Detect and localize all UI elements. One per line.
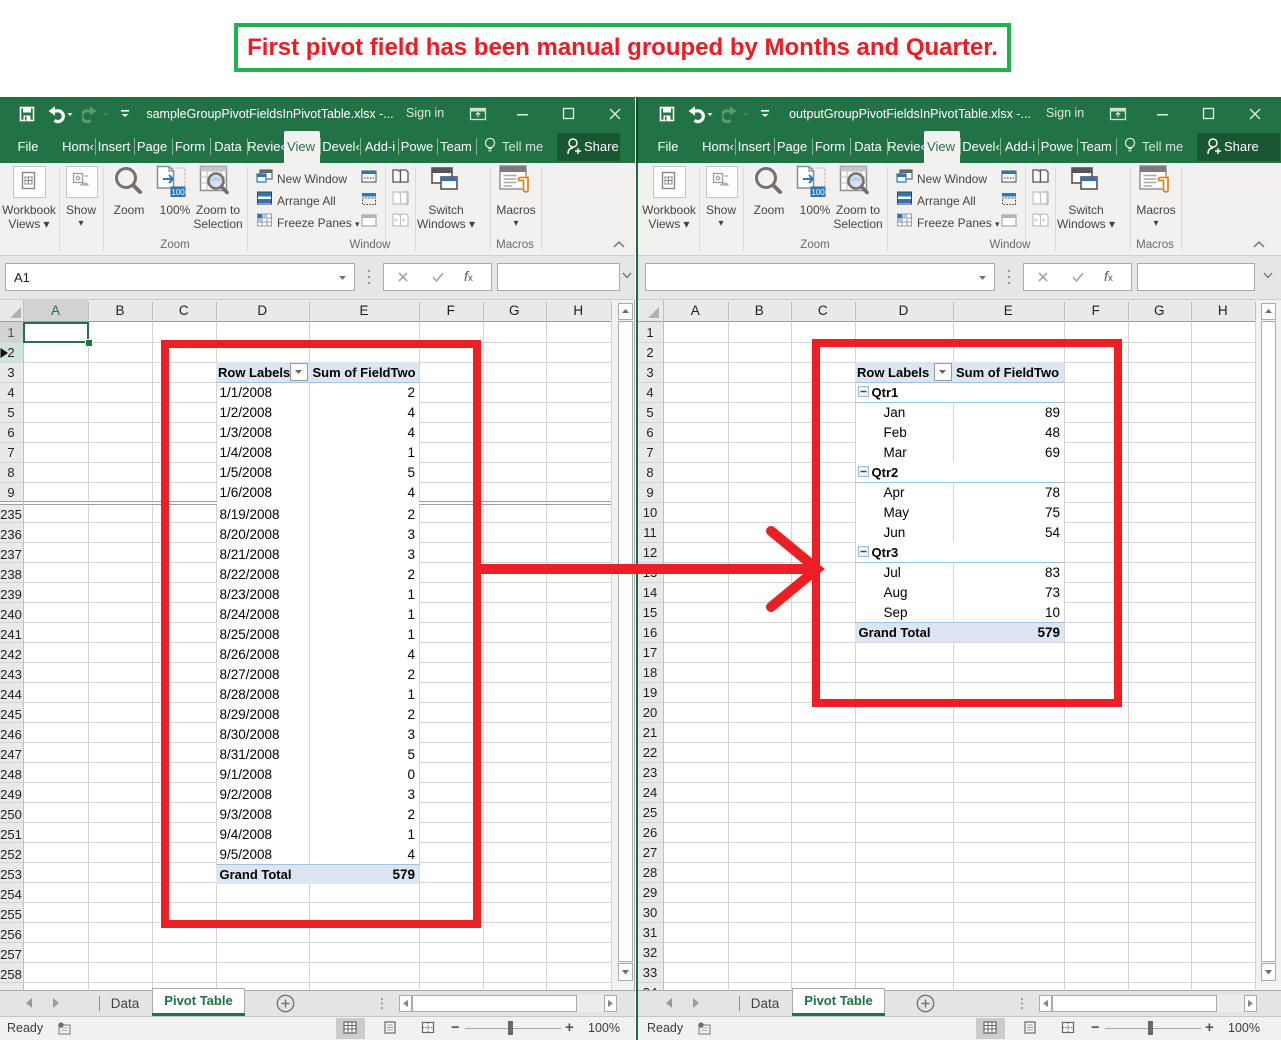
svg-text:100: 100 bbox=[811, 188, 825, 197]
svg-text:100: 100 bbox=[171, 188, 185, 197]
